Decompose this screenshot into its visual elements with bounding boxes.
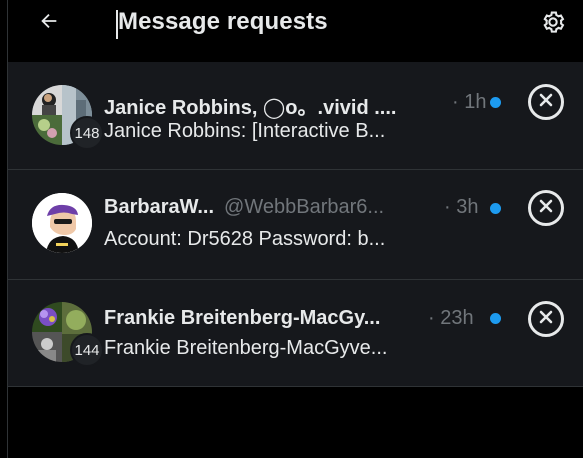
list-item[interactable]: 144 Frankie Breitenberg-MacGy... · 23h F… bbox=[8, 280, 583, 387]
group-avatar: 148 bbox=[32, 85, 104, 150]
unread-indicator bbox=[490, 97, 501, 108]
list-item[interactable]: BarbaraW... @WebbBarbar6... · 3h Account:… bbox=[8, 170, 583, 280]
message-preview: Janice Robbins: [Interactive B... bbox=[104, 120, 386, 142]
dismiss-button[interactable] bbox=[528, 301, 564, 337]
sender-name-line: BarbaraW... @WebbBarbar6... bbox=[104, 196, 384, 219]
sender-handle: @WebbBarbar6... bbox=[224, 196, 385, 218]
unread-indicator bbox=[490, 203, 501, 214]
dismiss-button[interactable] bbox=[528, 190, 564, 226]
back-button[interactable] bbox=[34, 8, 64, 38]
group-avatar: 144 bbox=[32, 302, 104, 367]
page-header: Message requests bbox=[8, 0, 583, 62]
message-requests-list: 148 Janice Robbins, ◯o。.vivid .... · 1h … bbox=[8, 62, 583, 387]
timestamp: · 23h bbox=[428, 307, 474, 329]
unread-indicator bbox=[490, 313, 501, 324]
list-item[interactable]: 148 Janice Robbins, ◯o。.vivid .... · 1h … bbox=[8, 62, 583, 170]
sender-name: Janice Robbins, ◯o。.vivid .... bbox=[104, 97, 397, 119]
page-title: Message requests bbox=[118, 8, 328, 35]
timestamp: · 3h bbox=[444, 196, 479, 218]
message-preview: Frankie Breitenberg-MacGyve... bbox=[104, 337, 388, 359]
close-icon bbox=[539, 93, 553, 112]
sender-name: Frankie Breitenberg-MacGy... bbox=[104, 307, 381, 329]
sender-name: BarbaraW... bbox=[104, 196, 215, 218]
settings-button[interactable] bbox=[538, 9, 568, 39]
empty-area bbox=[8, 388, 583, 458]
close-icon bbox=[539, 310, 553, 329]
dismiss-button[interactable] bbox=[528, 84, 564, 120]
member-count-badge: 148 bbox=[70, 116, 104, 150]
message-preview: Account: Dr5628 Password: b... bbox=[104, 228, 386, 250]
avatar bbox=[32, 193, 92, 253]
gear-icon bbox=[540, 9, 566, 40]
arrow-left-icon bbox=[38, 10, 60, 37]
close-icon bbox=[539, 199, 553, 218]
member-count-badge: 144 bbox=[70, 333, 104, 367]
timestamp: · 1h bbox=[452, 91, 487, 113]
